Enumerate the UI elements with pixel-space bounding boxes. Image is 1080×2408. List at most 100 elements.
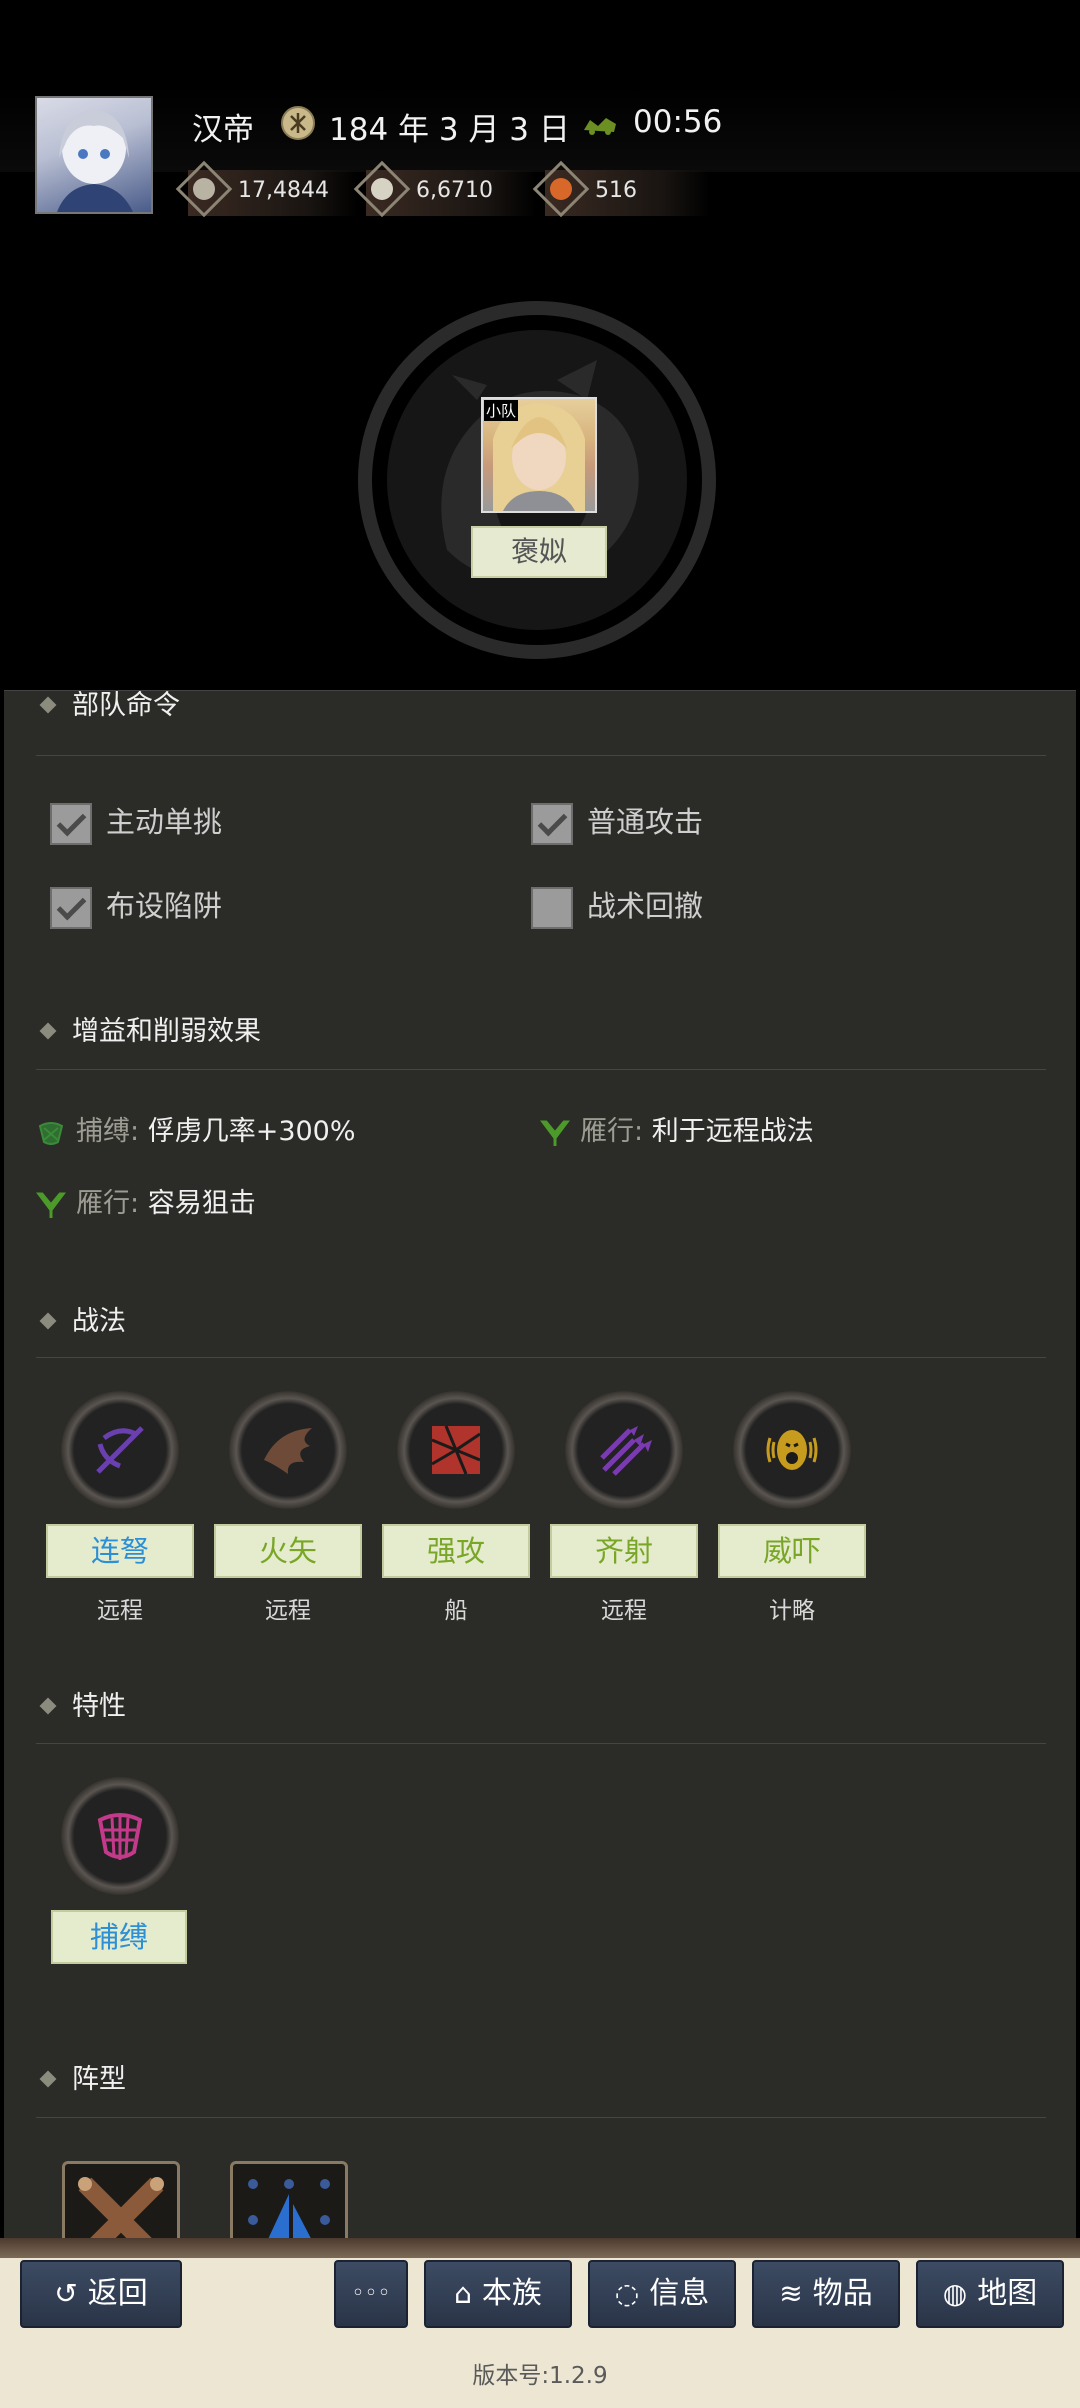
tactic-type: 计略 — [769, 1598, 815, 1624]
more-dots-icon: ◦◦◦ — [351, 2281, 391, 2306]
tactic-name: 连弩 — [46, 1524, 194, 1578]
tactic-name: 强攻 — [382, 1524, 530, 1578]
divider — [36, 1069, 1046, 1070]
checkbox-unchecked-icon[interactable] — [531, 887, 573, 929]
tactic-type: 船 — [444, 1598, 468, 1624]
troop-detail-panel[interactable]: 部队命令 主动单挑 普通攻击 布设陷阱 战术回撤 增益和削弱效果 捕缚: 俘虏几… — [4, 690, 1076, 2243]
checkbox-normal-attack[interactable]: 普通攻击 — [531, 799, 703, 845]
checkbox-active-duel[interactable]: 主动单挑 — [50, 799, 222, 845]
diamond-icon — [39, 1697, 57, 1714]
tactic-intimidate[interactable]: 威吓 计略 — [718, 1391, 868, 1631]
diamond-icon — [39, 696, 57, 713]
formation-sail-icon[interactable] — [230, 2161, 348, 2243]
formation-crossed-icon[interactable] — [62, 2161, 180, 2243]
assault-icon[interactable] — [397, 1391, 515, 1509]
resource-medal: 516 — [532, 160, 710, 218]
divider — [36, 2117, 1046, 2118]
clan-button[interactable]: ⌂ 本族 — [424, 2260, 572, 2328]
back-label: 返回 — [87, 2276, 148, 2311]
tactics-title-text: 战法 — [72, 1306, 126, 1337]
intimidate-icon[interactable] — [733, 1391, 851, 1509]
goose-formation-icon — [540, 1120, 570, 1146]
diamond-icon — [39, 1312, 57, 1329]
effect-goose-formation-ranged[interactable]: 雁行: 利于远程战法 — [540, 1109, 814, 1148]
volley-icon[interactable] — [565, 1391, 683, 1509]
effect-value: 俘虏几率+300% — [147, 1116, 356, 1147]
items-button[interactable]: ≋ 物品 — [752, 2260, 900, 2328]
effect-key: 雁行: — [580, 1116, 644, 1147]
map-button[interactable]: ◍ 地图 — [916, 2260, 1064, 2328]
divider — [36, 1743, 1046, 1744]
info-button[interactable]: ◌ 信息 — [588, 2260, 736, 2328]
clan-label: 本族 — [481, 2276, 542, 2311]
checkbox-label: 主动单挑 — [106, 805, 223, 839]
divider — [36, 755, 1046, 756]
trait-capture[interactable]: 捕缚 — [51, 1777, 201, 1977]
tactic-name: 威吓 — [718, 1524, 866, 1578]
capture-net-icon[interactable] — [61, 1777, 179, 1895]
effects-section-title: 增益和削弱效果 — [34, 1009, 261, 1048]
bottom-bar: ↺ 返回 ◦◦◦ ⌂ 本族 ◌ 信息 ≋ 物品 ◍ 地图 版本号:1.2.9 — [0, 2238, 1080, 2408]
silver-value: 17,4844 — [238, 178, 329, 203]
traits-title-text: 特性 — [72, 1691, 126, 1722]
tactic-type: 远程 — [601, 1598, 647, 1624]
hero-name-plate[interactable]: 褒姒 — [471, 526, 607, 578]
resource-silver: 17,4844 — [175, 160, 358, 218]
header: 汉帝 184 年 3 月 3 日 00:56 17,4844 6,6710 51… — [0, 0, 1080, 690]
tactic-name: 齐射 — [550, 1524, 698, 1578]
effect-capture[interactable]: 捕缚: 俘虏几率+300% — [36, 1109, 356, 1148]
checkbox-checked-icon[interactable] — [50, 887, 92, 929]
tactic-fire-arrows[interactable]: 火矢 远程 — [214, 1391, 364, 1631]
effect-goose-formation-snipe[interactable]: 雁行: 容易狙击 — [36, 1181, 256, 1220]
more-button[interactable]: ◦◦◦ — [334, 2260, 408, 2328]
tactic-type: 远程 — [265, 1598, 311, 1624]
grain-value: 6,6710 — [416, 178, 493, 203]
checkbox-label: 布设陷阱 — [106, 889, 223, 923]
resource-grain: 6,6710 — [353, 160, 536, 218]
tactic-volley[interactable]: 齐射 远程 — [550, 1391, 700, 1631]
divider — [36, 1357, 1046, 1358]
net-icon — [38, 1121, 64, 1145]
items-label: 物品 — [812, 2276, 873, 2311]
checkbox-label: 战术回撤 — [587, 889, 704, 923]
squad-tag: 小队 — [484, 400, 519, 421]
tactic-type: 远程 — [97, 1598, 143, 1624]
hero-portrait[interactable]: 小队 — [481, 397, 597, 513]
traits-section-title: 特性 — [34, 1684, 126, 1723]
crossbow-icon[interactable] — [61, 1391, 179, 1509]
checkbox-checked-icon[interactable] — [50, 803, 92, 845]
checkbox-label: 普通攻击 — [587, 805, 704, 839]
checkbox-checked-icon[interactable] — [531, 803, 573, 845]
medal-value: 516 — [595, 178, 637, 203]
map-label: 地图 — [977, 2276, 1038, 2311]
game-time: 00:56 — [633, 104, 723, 140]
tactic-repeating-crossbow[interactable]: 连弩 远程 — [46, 1391, 196, 1631]
formation-section-title: 阵型 — [34, 2057, 126, 2096]
commands-title-text: 部队命令 — [72, 690, 180, 721]
items-icon: ≋ — [779, 2277, 803, 2310]
fire-arrow-icon[interactable] — [229, 1391, 347, 1509]
globe-icon: ◍ — [942, 2277, 968, 2310]
formation-title-text: 阵型 — [72, 2064, 126, 2095]
tactic-name: 火矢 — [214, 1524, 362, 1578]
player-avatar[interactable] — [35, 96, 153, 214]
effect-key: 捕缚: — [76, 1116, 140, 1147]
tactic-assault[interactable]: 强攻 船 — [382, 1391, 532, 1631]
back-button[interactable]: ↺ 返回 — [20, 2260, 182, 2328]
effects-title-text: 增益和削弱效果 — [72, 1016, 261, 1047]
back-arrow-icon: ↺ — [54, 2277, 78, 2310]
tactics-section-title: 战法 — [34, 1299, 126, 1338]
game-date: 184 年 3 月 3 日 — [329, 112, 570, 148]
checkbox-set-traps[interactable]: 布设陷阱 — [50, 883, 222, 929]
effect-value: 利于远程战法 — [651, 1116, 814, 1147]
effect-key: 雁行: — [76, 1188, 140, 1219]
commands-section-title: 部队命令 — [34, 690, 180, 722]
ruler-title: 汉帝 — [192, 112, 254, 148]
diamond-icon — [39, 1022, 57, 1039]
calendar-icon — [281, 106, 315, 140]
checkbox-tactical-retreat[interactable]: 战术回撤 — [531, 883, 703, 929]
speed-icon[interactable] — [580, 112, 620, 138]
chat-icon: ◌ — [614, 2277, 640, 2310]
diamond-icon — [39, 2070, 57, 2087]
info-label: 信息 — [649, 2276, 710, 2311]
